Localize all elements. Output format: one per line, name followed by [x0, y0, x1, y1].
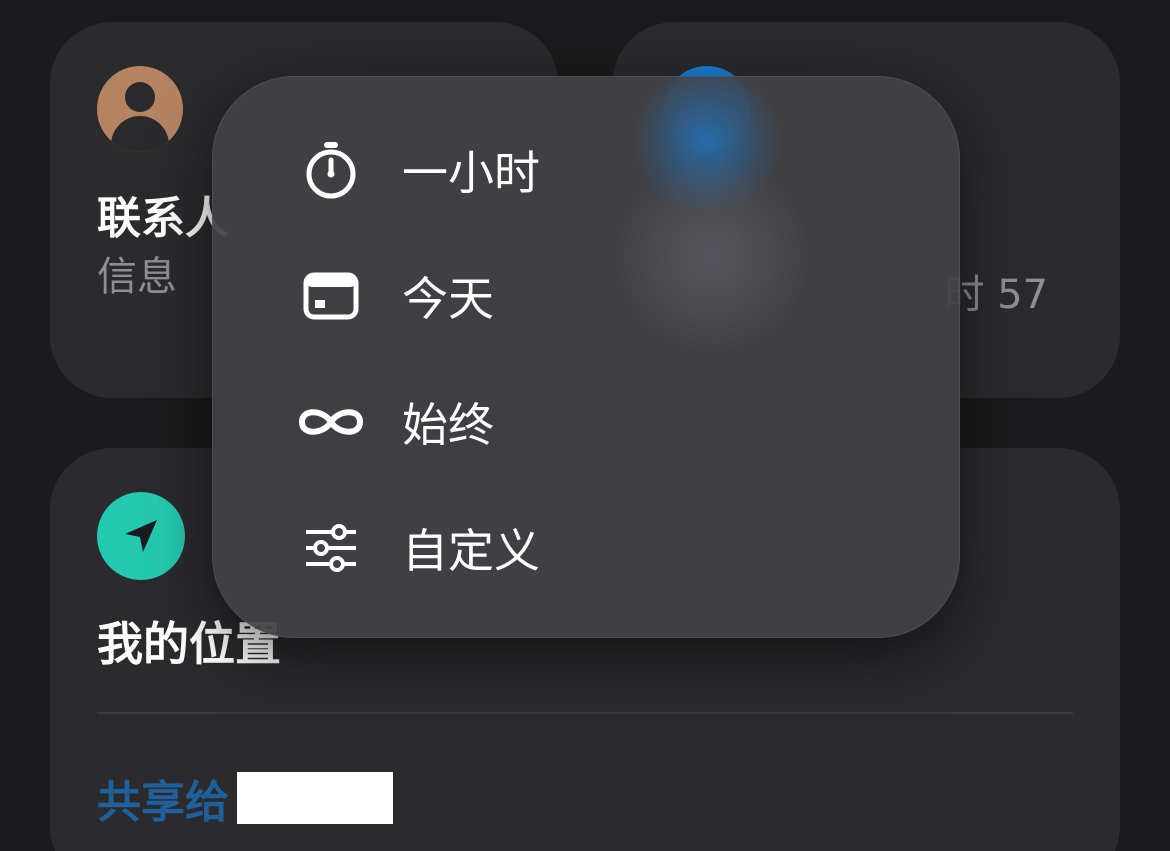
contact-avatar-icon: [97, 66, 183, 152]
infinity-icon: [296, 387, 366, 457]
screen: 联系人 信息 时 57 我的位置 共享给 一小时 今天 始终 自定义: [0, 0, 1170, 851]
menu-item-label: 自定义: [402, 524, 540, 578]
contact-subtitle: 信息: [97, 254, 177, 300]
duration-menu: 一小时 今天 始终 自定义: [212, 76, 960, 638]
sliders-icon: [296, 513, 366, 583]
menu-item-label: 今天: [402, 272, 494, 326]
redacted-recipient: [237, 772, 393, 824]
share-row[interactable]: 共享给: [97, 766, 393, 830]
location-arrow-icon: [97, 492, 185, 580]
menu-item-label: 一小时: [402, 146, 540, 200]
menu-item-custom[interactable]: 自定义: [212, 486, 960, 610]
menu-item-always[interactable]: 始终: [212, 360, 960, 484]
calendar-day-icon: [296, 261, 366, 331]
contact-title: 联系人: [97, 193, 229, 244]
share-with-label: 共享给: [97, 777, 229, 828]
stopwatch-icon: [296, 135, 366, 205]
menu-item-one-hour[interactable]: 一小时: [212, 108, 960, 232]
menu-item-today[interactable]: 今天: [212, 234, 960, 358]
menu-item-label: 始终: [402, 398, 494, 452]
divider: [97, 712, 1073, 714]
